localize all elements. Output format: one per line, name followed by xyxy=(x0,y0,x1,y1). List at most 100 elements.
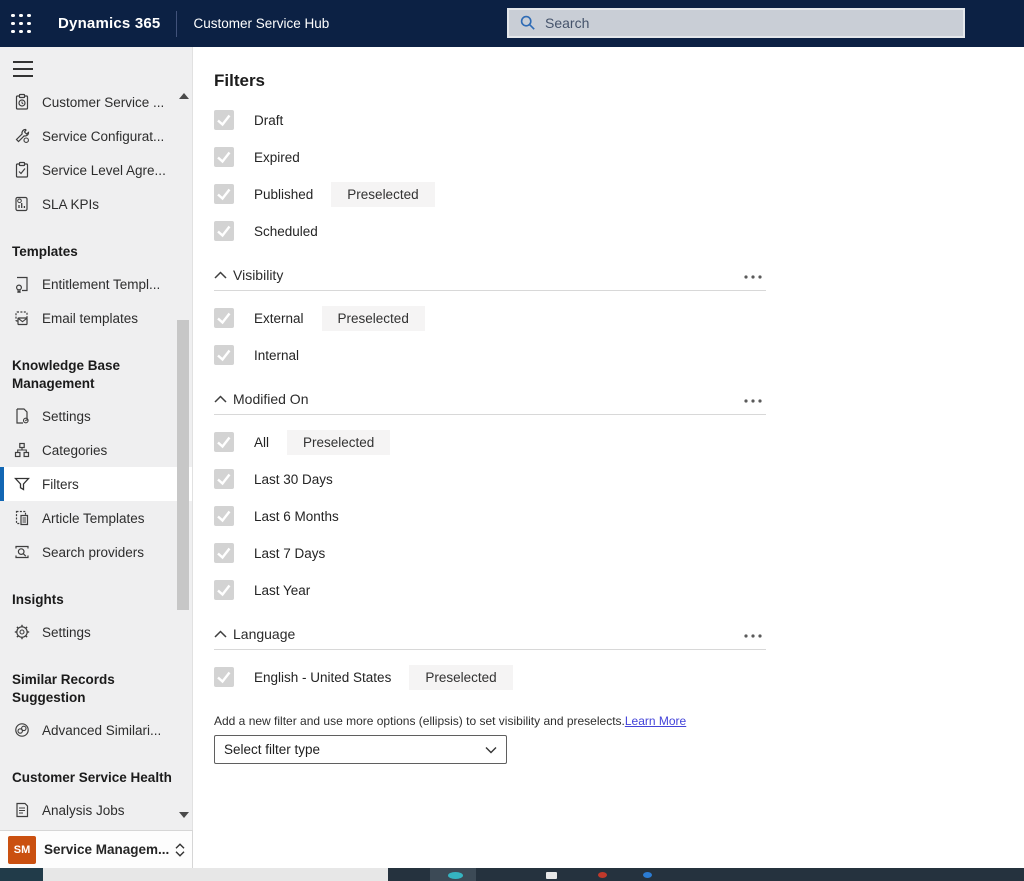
sitemap-sidebar: Customer Service ... Service Configurat.… xyxy=(0,47,193,830)
page-title: Filters xyxy=(214,71,766,91)
taskbar-icon xyxy=(643,872,652,878)
sidebar-item-label: SLA KPIs xyxy=(42,197,99,212)
checkbox-checked[interactable] xyxy=(214,147,234,167)
scroll-up-arrow-icon[interactable] xyxy=(179,93,189,99)
checkbox-checked[interactable] xyxy=(214,184,234,204)
more-options-button[interactable] xyxy=(740,623,766,645)
more-options-button[interactable] xyxy=(740,388,766,410)
preselected-badge: Preselected xyxy=(287,430,390,455)
section-header: Language xyxy=(214,623,766,645)
article-icon xyxy=(12,508,32,528)
checkbox-checked[interactable] xyxy=(214,469,234,489)
sidebar-item-service-configuration[interactable]: Service Configurat... xyxy=(0,119,192,153)
filter-row-scheduled: Scheduled xyxy=(214,218,766,244)
top-navigation-bar: Dynamics 365 Customer Service Hub xyxy=(0,0,1024,47)
area-initials-badge: SM xyxy=(8,836,36,864)
sidebar-item-label: Categories xyxy=(42,443,107,458)
section-header: Modified On xyxy=(214,388,766,410)
filter-section-modified-on: Modified On All Preselected Last 30 Days xyxy=(214,388,766,603)
preselected-badge: Preselected xyxy=(331,182,434,207)
sidebar-item-sla-kpis[interactable]: SLA KPIs xyxy=(0,187,192,221)
page-gear-icon xyxy=(12,406,32,426)
sitemap-icon xyxy=(12,440,32,460)
filter-label: Scheduled xyxy=(254,224,318,239)
header-divider xyxy=(176,11,177,37)
filter-label: Last 7 Days xyxy=(254,546,325,561)
chevron-up-down-icon xyxy=(173,842,187,858)
filter-type-select[interactable]: Select filter type xyxy=(214,735,507,764)
search-icon xyxy=(519,14,537,32)
scrollbar-thumb[interactable] xyxy=(177,320,189,610)
checkbox-checked[interactable] xyxy=(214,221,234,241)
filter-label: Draft xyxy=(254,113,283,128)
more-options-button[interactable] xyxy=(740,264,766,286)
helper-text-row: Add a new filter and use more options (e… xyxy=(214,714,766,728)
area-switcher[interactable]: SM Service Managem... xyxy=(0,830,193,868)
sidebar-item-entitlement-templates[interactable]: Entitlement Templ... xyxy=(0,267,192,301)
sidebar-item-insights-settings[interactable]: Settings xyxy=(0,615,192,649)
sidebar-item-advanced-similarity[interactable]: Advanced Similari... xyxy=(0,713,192,747)
select-value: Select filter type xyxy=(224,742,320,757)
filter-label: All xyxy=(254,435,269,450)
sidebar-item-label: Customer Service ... xyxy=(42,95,164,110)
checkbox-checked[interactable] xyxy=(214,543,234,563)
filter-row-draft: Draft xyxy=(214,107,766,133)
sidebar-group-customer-service-health: Customer Service Health xyxy=(12,769,178,787)
chevron-up-icon xyxy=(214,271,227,280)
section-collapse-toggle[interactable]: Language xyxy=(214,626,295,642)
learn-more-link[interactable]: Learn More xyxy=(625,714,686,728)
filter-label: Last Year xyxy=(254,583,310,598)
section-collapse-toggle[interactable]: Modified On xyxy=(214,391,308,407)
chevron-up-icon xyxy=(214,395,227,404)
hamburger-menu-icon[interactable] xyxy=(13,61,33,77)
sidebar-item-label: Email templates xyxy=(42,311,138,326)
sidebar-item-label: Article Templates xyxy=(42,511,145,526)
global-search-box[interactable] xyxy=(507,8,965,38)
filter-row-last-6-months: Last 6 Months xyxy=(214,503,766,529)
filter-row-last-year: Last Year xyxy=(214,577,766,603)
sidebar-group-knowledge-base-management: Knowledge Base Management xyxy=(12,357,178,393)
sidebar-item-filters[interactable]: Filters xyxy=(0,467,192,501)
scroll-down-arrow-icon[interactable] xyxy=(179,812,189,818)
sidebar-item-article-templates[interactable]: Article Templates xyxy=(0,501,192,535)
filter-row-internal: Internal xyxy=(214,342,766,368)
ellipsis-icon xyxy=(744,275,762,279)
checkbox-checked[interactable] xyxy=(214,506,234,526)
checkbox-checked[interactable] xyxy=(214,345,234,365)
search-box-icon xyxy=(12,542,32,562)
section-divider xyxy=(214,290,766,291)
sidebar-item-label: Settings xyxy=(42,409,91,424)
checkbox-checked[interactable] xyxy=(214,667,234,687)
sidebar-item-kb-settings[interactable]: Settings xyxy=(0,399,192,433)
clipboard-check-icon xyxy=(12,92,32,112)
sidebar-item-analysis-jobs[interactable]: Analysis Jobs xyxy=(0,793,192,827)
checkbox-checked[interactable] xyxy=(214,580,234,600)
checkbox-checked[interactable] xyxy=(214,432,234,452)
sidebar-item-email-templates[interactable]: Email templates xyxy=(0,301,192,335)
wrench-icon xyxy=(12,126,32,146)
sidebar-item-service-level-agreements[interactable]: Service Level Agre... xyxy=(0,153,192,187)
checkbox-checked[interactable] xyxy=(214,308,234,328)
checkbox-checked[interactable] xyxy=(214,110,234,130)
section-collapse-toggle[interactable]: Visibility xyxy=(214,267,283,283)
area-switcher-label: Service Managem... xyxy=(44,842,169,857)
sidebar-group-similar-records-suggestion: Similar Records Suggestion xyxy=(12,671,178,707)
sidebar-item-label: Service Configurat... xyxy=(42,129,164,144)
sidebar-item-customer-service-schedule[interactable]: Customer Service ... xyxy=(0,85,192,119)
search-input[interactable] xyxy=(545,15,963,31)
filter-row-last-7-days: Last 7 Days xyxy=(214,540,766,566)
filter-section-status: Draft Expired Published Preselected Sche… xyxy=(214,107,766,244)
sidebar-item-categories[interactable]: Categories xyxy=(0,433,192,467)
sidebar-item-label: Advanced Similari... xyxy=(42,723,161,738)
sidebar-item-search-providers[interactable]: Search providers xyxy=(0,535,192,569)
chevron-up-icon xyxy=(214,630,227,639)
funnel-icon xyxy=(12,474,32,494)
sidebar-group-templates: Templates xyxy=(12,243,178,261)
sidebar-item-label: Analysis Jobs xyxy=(42,803,125,818)
taskbar-icon xyxy=(598,872,607,878)
filter-label: Published xyxy=(254,187,313,202)
filter-row-published: Published Preselected xyxy=(214,181,766,207)
analysis-icon xyxy=(12,800,32,820)
waffle-menu-icon[interactable] xyxy=(10,13,32,35)
sidebar-item-label: Filters xyxy=(42,477,79,492)
